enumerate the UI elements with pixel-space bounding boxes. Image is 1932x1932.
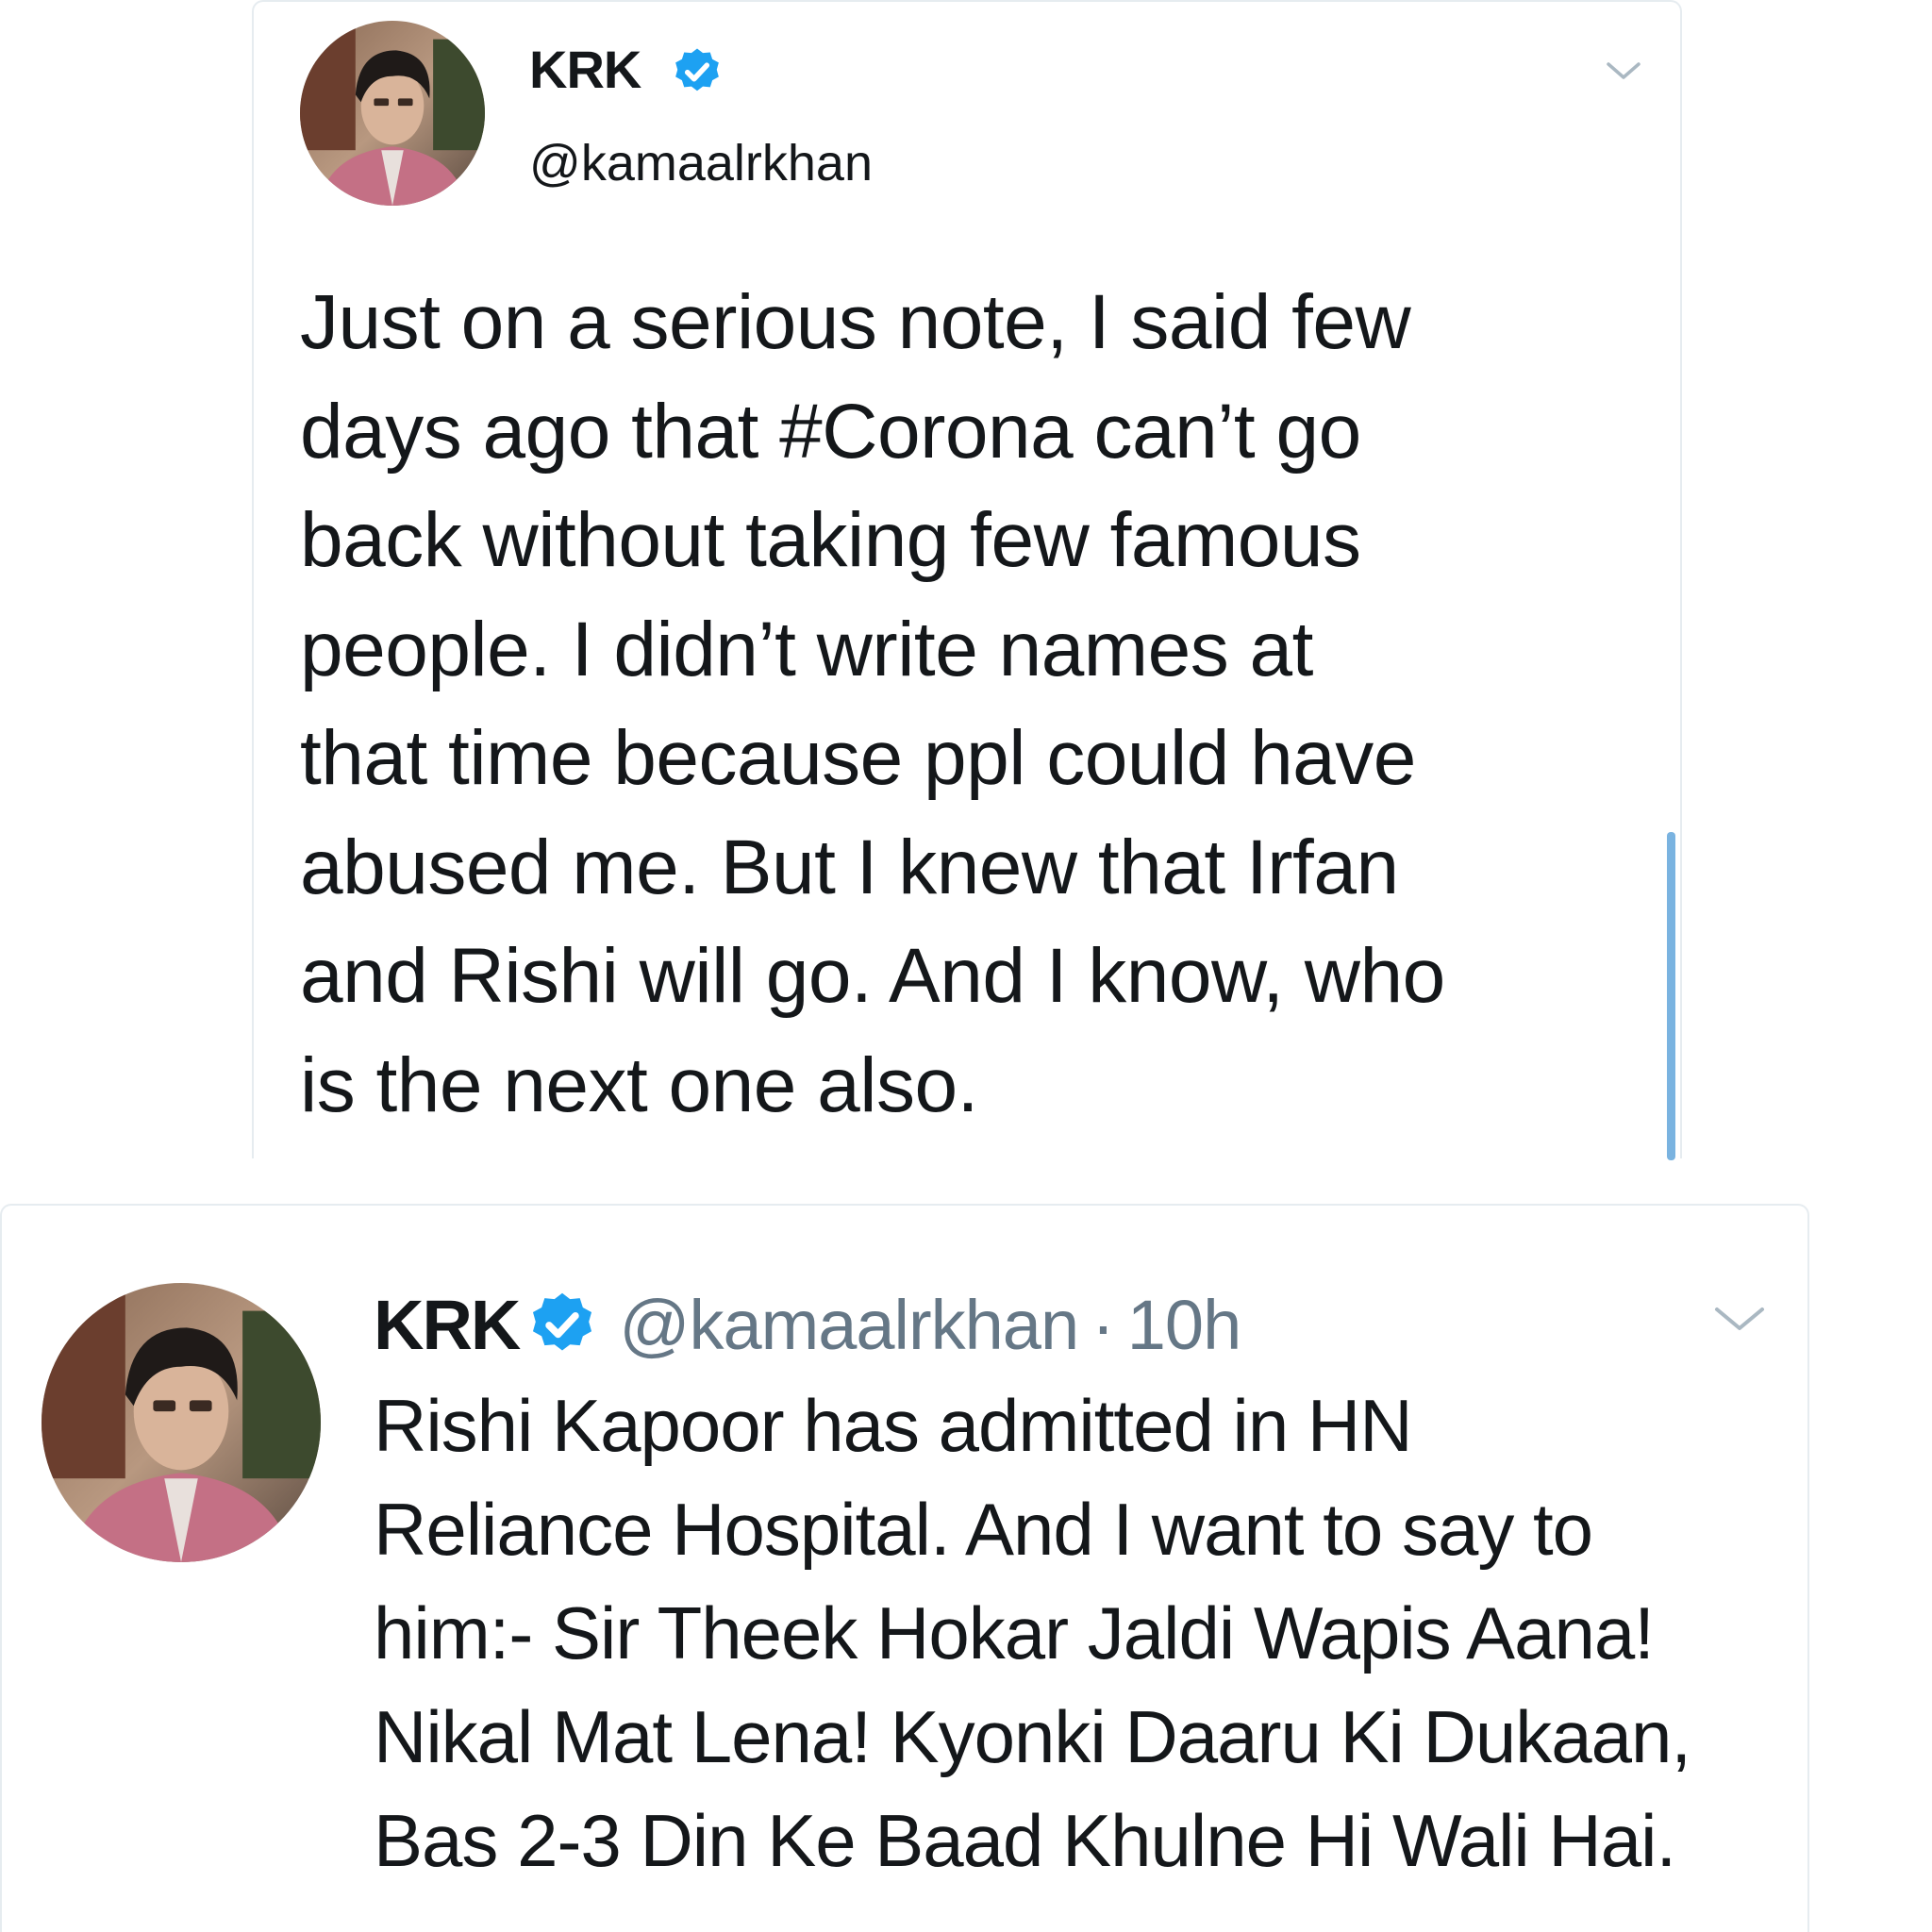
scrollbar[interactable] bbox=[1667, 832, 1675, 1160]
profile-avatar[interactable] bbox=[300, 21, 485, 206]
tweet-timestamp[interactable]: 10h bbox=[1127, 1285, 1241, 1365]
chevron-down-icon[interactable] bbox=[1709, 1300, 1770, 1338]
display-name[interactable]: KRK bbox=[529, 36, 641, 104]
display-name[interactable]: KRK bbox=[374, 1285, 521, 1365]
profile-avatar[interactable] bbox=[42, 1283, 321, 1562]
tweet-text: Rishi Kapoor has admitted in HN Reliance… bbox=[374, 1384, 1691, 1882]
chevron-down-icon[interactable] bbox=[1603, 57, 1644, 85]
user-handle[interactable]: @kamaalrkhan bbox=[619, 1285, 1079, 1365]
separator-dot: · bbox=[1091, 1285, 1115, 1364]
tweet-text: Just on a serious note, I said few days … bbox=[300, 279, 1445, 1128]
verified-badge-icon bbox=[533, 1292, 592, 1351]
tweet-card[interactable]: KRK @kamaalrkhan · 10h Rishi Kapoor has … bbox=[0, 1204, 1809, 1932]
user-handle[interactable]: @kamaalrkhan bbox=[529, 130, 873, 196]
verified-badge-icon bbox=[675, 48, 719, 92]
tweet-card[interactable]: KRK @kamaalrkhan Just on a serious note,… bbox=[252, 0, 1682, 1160]
tweet-header: KRK @kamaalrkhan · 10h bbox=[374, 1277, 1241, 1372]
